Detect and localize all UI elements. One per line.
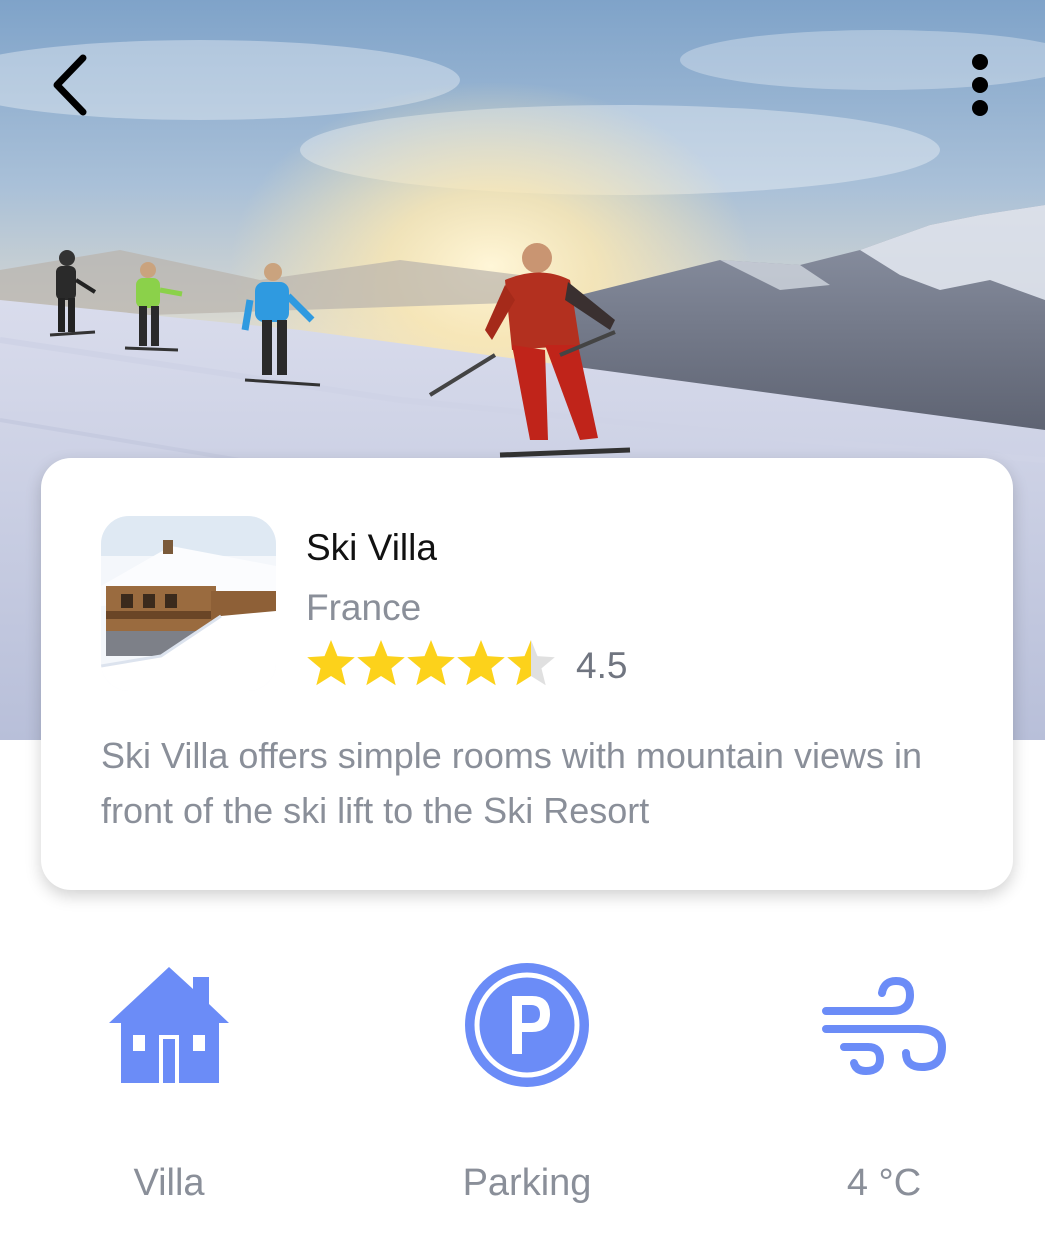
- more-vertical-icon: [972, 54, 988, 116]
- feature-parking[interactable]: Parking: [407, 960, 647, 1206]
- parking-icon: [465, 963, 589, 1087]
- feature-weather[interactable]: 4 °C: [764, 960, 1004, 1206]
- star-icon: [307, 640, 355, 686]
- feature-villa[interactable]: Villa: [49, 960, 289, 1206]
- star-rating: [307, 640, 555, 686]
- feature-label: Villa: [133, 1162, 205, 1204]
- listing-thumbnail: [101, 516, 276, 691]
- star-icon: [357, 640, 405, 686]
- house-icon: [109, 967, 229, 1083]
- star-icon: [457, 640, 505, 686]
- listing-country: France: [306, 587, 422, 628]
- listing-description: Ski Villa offers simple rooms with mount…: [101, 735, 922, 831]
- more-options-button[interactable]: [940, 45, 1020, 125]
- chevron-left-icon: [53, 54, 87, 116]
- feature-label: 4 °C: [846, 1162, 922, 1204]
- listing-card[interactable]: Ski Villa France 4.5 Ski Villa offers si…: [41, 458, 1013, 890]
- wind-icon: [822, 976, 946, 1075]
- star-icon: [407, 640, 455, 686]
- back-button[interactable]: [30, 45, 110, 125]
- rating-value: 4.5: [576, 645, 628, 686]
- listing-title: Ski Villa: [306, 527, 437, 568]
- star-icon: [507, 640, 555, 686]
- feature-label: Parking: [462, 1162, 592, 1204]
